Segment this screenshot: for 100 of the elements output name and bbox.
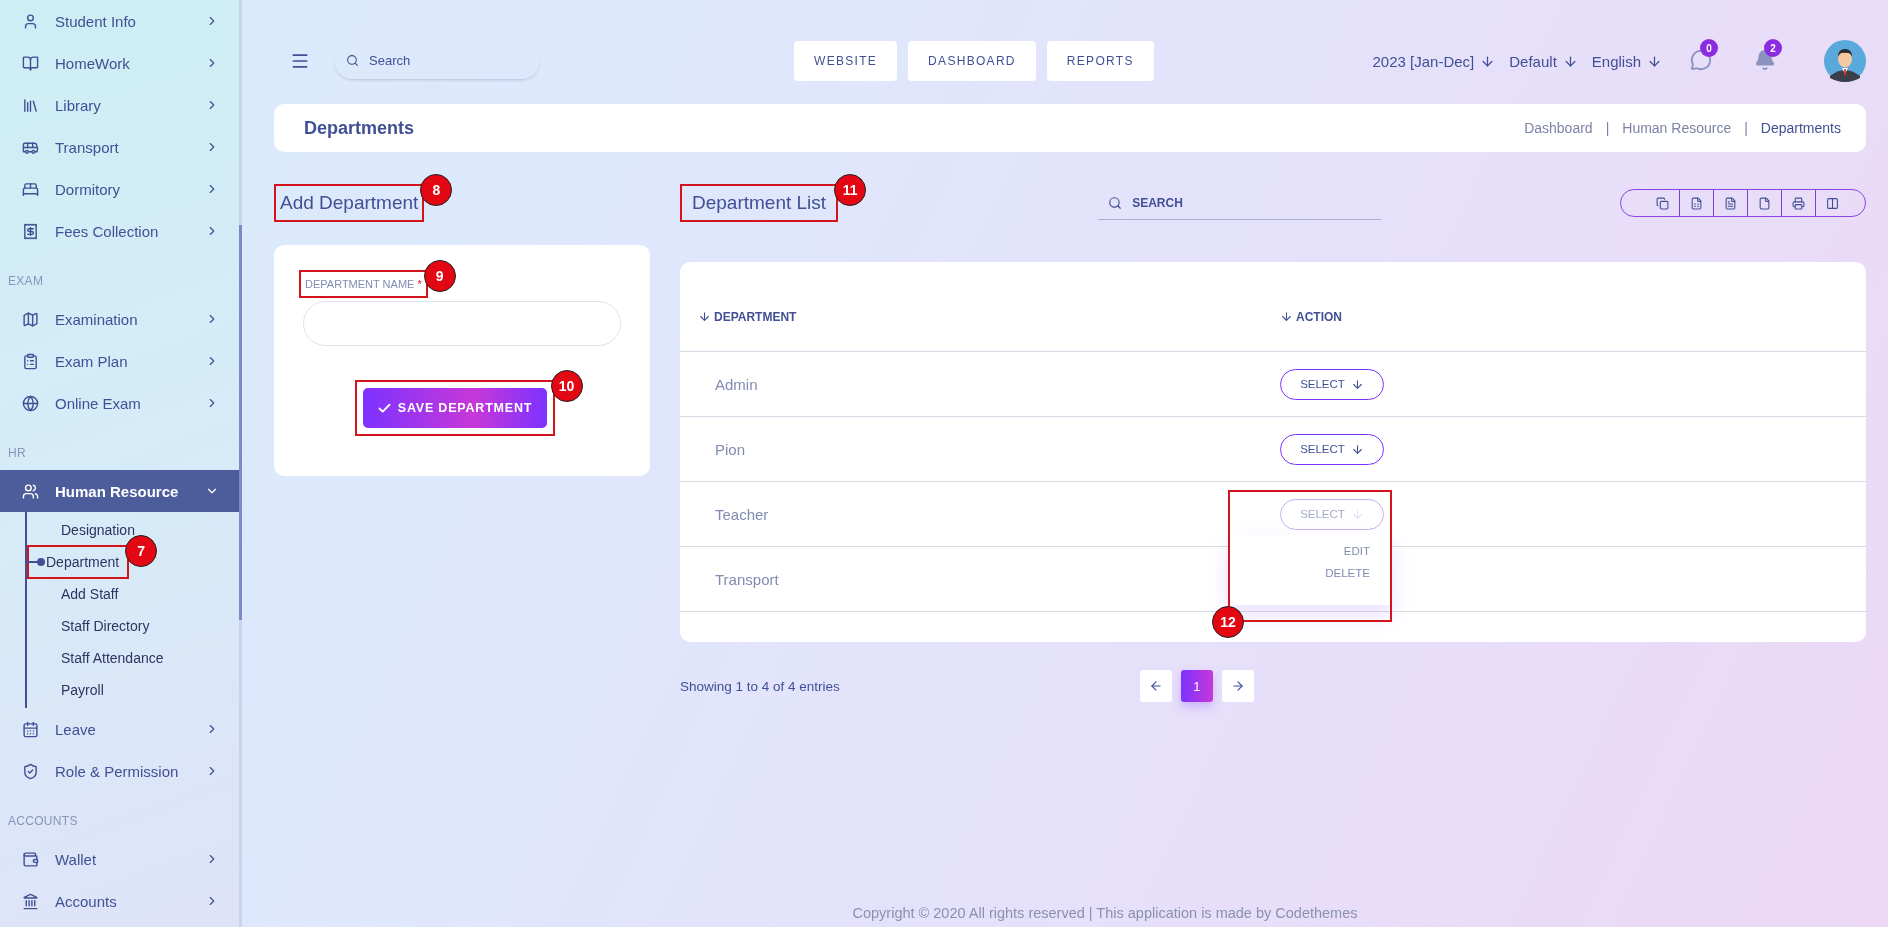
sidebar-item[interactable]: Leave [0,708,239,750]
arrow-right-icon [1230,679,1245,693]
document-icon [1724,196,1737,210]
sort-icon [1280,310,1293,323]
previous-page-button[interactable] [1139,670,1172,702]
sidebar-label: Leave [55,720,97,738]
sidebar-item[interactable]: Accounts [0,880,239,922]
menu-item[interactable]: DELETE [1325,566,1370,579]
menu-icon[interactable] [290,51,310,71]
table-cell: Pion [680,417,1280,482]
user-icon [22,12,39,30]
nav-button[interactable]: DASHBOARD [908,41,1036,81]
sidebar-label: Wallet [55,850,98,868]
breadcrumb-separator: | [1605,120,1610,136]
wallet-icon [22,850,39,868]
globe-icon [22,394,39,412]
sidebar-item[interactable]: Dormitory [0,168,239,210]
sidebar-item[interactable]: Wallet [0,838,239,880]
shield-icon [22,762,39,780]
column-header[interactable]: ACTION [1280,282,1866,352]
header-dropdown[interactable]: Default [1509,52,1578,70]
submenu-item[interactable]: Staff Attendance [61,650,164,666]
breadcrumb-link[interactable]: Departments [1760,120,1841,136]
clipboard-icon [22,352,39,370]
map-icon [22,310,39,328]
bank-icon [22,892,39,910]
copyright-text: Copyright © 2020 All rights reserved | This application is made by Codethemes [851,905,1359,923]
sidebar-item[interactable]: Transport [0,126,239,168]
spreadsheet-icon [1690,196,1703,210]
entries-info: Showing 1 to 4 of 4 entries [680,678,840,694]
sidebar-item[interactable]: Student Info [0,0,239,42]
sidebar-item[interactable]: Examination [0,298,239,340]
breadcrumb-link[interactable]: Dashboard [1524,120,1593,136]
sidebar-item[interactable]: Fees Collection [0,210,239,252]
sidebar-label: Human Resource [55,482,180,500]
section-heading: Add Department [279,191,420,215]
submenu-item[interactable]: Add Staff [61,586,119,602]
select-button[interactable]: SELECT [1280,433,1384,465]
select-button[interactable]: SELECT [1280,368,1384,400]
avatar[interactable] [1824,40,1866,82]
submenu-item[interactable]: Designation [61,522,135,538]
breadcrumb-link[interactable]: Human Resource [1622,120,1732,136]
sidebar-label: Online Exam [55,394,142,412]
next-page-button[interactable] [1221,670,1254,702]
sidebar-item[interactable]: Online Exam [0,382,239,424]
count-badge: 0 [1700,39,1718,57]
arrow-down-icon [1350,442,1364,456]
library-icon [22,96,39,114]
sidebar-item[interactable]: Exam Plan [0,340,239,382]
sidebar-item[interactable]: Role & Permission [0,750,239,792]
section-title: EXAM [7,273,45,290]
sidebar-label: HomeWork [55,54,131,72]
sort-icon [698,310,711,323]
nav-button[interactable]: REPORTS [1046,41,1154,81]
header-dropdown[interactable]: English [1591,52,1662,70]
section-title: HR [7,445,27,462]
section-title: ACCOUNTS [7,813,79,830]
submenu-item[interactable]: Department [46,554,120,570]
users-icon [22,482,39,500]
page-button[interactable]: 1 [1180,670,1213,702]
sidebar-label: Fees Collection [55,222,160,240]
menu-item[interactable]: EDIT [1343,544,1370,557]
count-badge: 2 [1764,39,1782,57]
save-button[interactable]: SAVE DEPARTMENT [362,388,547,428]
search-field[interactable]: SEARCH [1130,186,1382,219]
arrow-down-icon [1350,507,1364,521]
annotation-badge: 7 [125,535,158,567]
sidebar-item[interactable]: Human Resource [0,470,239,512]
column-header[interactable]: DEPARTMENT [680,282,1280,352]
sidebar-label: Accounts [55,892,118,910]
sidebar-item[interactable]: HomeWork [0,42,239,84]
annotation-badge: 8 [420,174,453,206]
submenu-item[interactable]: Staff Directory [61,618,150,634]
nav-button[interactable]: WEBSITE [794,41,898,81]
table-cell: Admin [680,352,1280,417]
submenu-item[interactable]: Payroll [61,682,104,698]
sidebar-label: Student Info [55,12,137,30]
page-title: Departments [304,117,415,139]
scrollbar[interactable] [239,225,242,620]
search-icon [1108,195,1123,210]
search-field[interactable]: Search [367,42,528,79]
columns-icon [1826,196,1839,210]
sidebar-label: Exam Plan [55,352,129,370]
bed-icon [22,180,39,198]
input-field[interactable] [303,301,621,346]
breadcrumb-separator: | [1744,120,1748,136]
field-label: DEPARTMENT NAME * [304,277,423,292]
sidebar-label: Transport [55,138,120,156]
receipt-icon [22,222,39,240]
annotation-badge: 9 [423,260,456,292]
section-heading: Department List [691,191,828,215]
sidebar-label: Dormitory [55,180,121,198]
annotation-badge: 10 [550,370,583,402]
sidebar-label: Library [55,96,102,114]
search-icon [346,54,359,67]
sidebar-item[interactable]: Library [0,84,239,126]
print-icon [1792,196,1805,210]
header-dropdown[interactable]: 2023 [Jan-Dec] [1372,52,1496,70]
sidebar-label: Role & Permission [55,762,180,780]
file-icon [1758,196,1771,210]
